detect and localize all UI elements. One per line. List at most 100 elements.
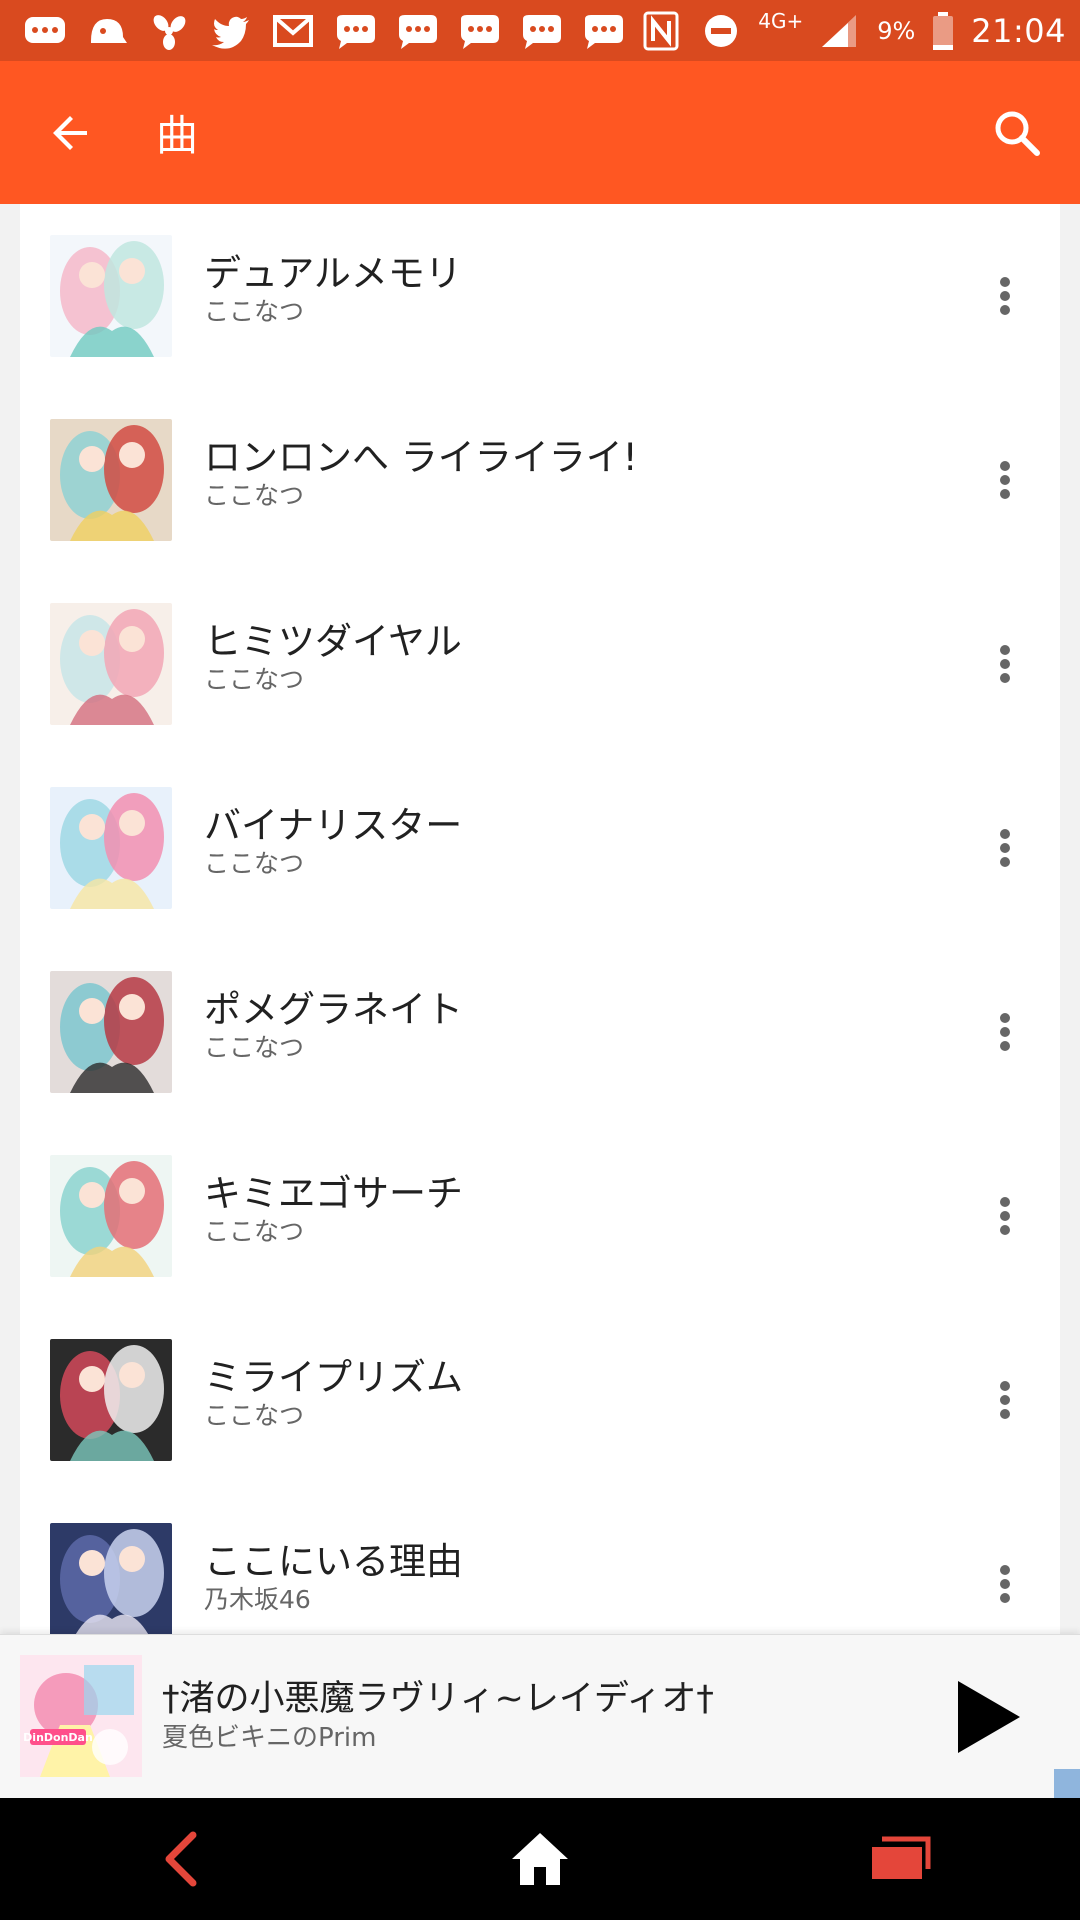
song-title: ポメグラネイト: [204, 988, 463, 1031]
song-options-button[interactable]: [980, 440, 1030, 520]
more-vert-icon: [1000, 1013, 1010, 1051]
song-options-button[interactable]: [980, 1544, 1030, 1624]
album-art: [50, 1523, 172, 1634]
album-art: [50, 603, 172, 725]
play-button[interactable]: [946, 1675, 1030, 1759]
notification-icons: [22, 11, 638, 51]
song-row[interactable]: デュアルメモリ ここなつ: [20, 204, 1060, 388]
network-type: 4G+: [758, 8, 804, 33]
album-art: [50, 419, 172, 541]
search-icon: [995, 111, 1040, 156]
music-app-screen: 4G+ 9% 21:04 曲 デュアルメモリ ここなつ ロンロンへ ライライライ! こ…: [0, 0, 1080, 1920]
song-text: デュアルメモリ ここなつ: [204, 252, 462, 328]
song-artist: ここなつ: [204, 665, 305, 694]
system-indicators: 4G+ 9% 21:04: [638, 8, 1066, 51]
nav-recents-button[interactable]: [840, 1809, 960, 1909]
song-row[interactable]: バイナリスター ここなつ: [20, 756, 1060, 940]
album-art: [50, 1155, 172, 1277]
song-row[interactable]: ここにいる理由 乃木坂46: [20, 1492, 1060, 1634]
ghost-icon: [84, 11, 130, 51]
status-bar: 4G+ 9% 21:04: [0, 0, 1080, 61]
song-artist: ここなつ: [204, 297, 305, 326]
now-playing-bar[interactable]: DinDonDan †渚の小悪魔ラヴリィ~レイディオ† 夏色ビキニのPrim: [0, 1634, 1080, 1799]
song-row[interactable]: ミライプリズム ここなつ: [20, 1308, 1060, 1492]
battery-icon: [929, 11, 957, 51]
now-playing-album-art: DinDonDan: [20, 1655, 142, 1777]
song-options-button[interactable]: [980, 992, 1030, 1072]
song-text: ここにいる理由 乃木坂46: [204, 1540, 463, 1616]
song-options-button[interactable]: [980, 256, 1030, 336]
search-button[interactable]: [972, 88, 1062, 178]
more-vert-icon: [1000, 461, 1010, 499]
song-artist: 乃木坂46: [204, 1585, 311, 1614]
song-text: ヒミツダイヤル ここなつ: [204, 620, 462, 696]
now-playing-art-label: DinDonDan: [23, 1731, 93, 1744]
recents-icon: [872, 1836, 931, 1879]
navigation-bar: [0, 1798, 1080, 1920]
song-row[interactable]: ロンロンへ ライライライ! ここなつ: [20, 388, 1060, 572]
song-row[interactable]: ポメグラネイト ここなつ: [20, 940, 1060, 1124]
song-title: ロンロンへ ライライライ!: [204, 436, 638, 479]
song-options-button[interactable]: [980, 624, 1030, 704]
progress-indicator: [1054, 1769, 1080, 1799]
now-playing-text: †渚の小悪魔ラヴリィ~レイディオ† 夏色ビキニのPrim: [162, 1677, 714, 1755]
song-artist: ここなつ: [204, 481, 305, 510]
back-button[interactable]: [26, 88, 116, 178]
album-art: [50, 235, 172, 357]
more-vert-icon: [1000, 1197, 1010, 1235]
message-icon: [518, 11, 564, 51]
song-options-button[interactable]: [980, 808, 1030, 888]
song-text: ポメグラネイト ここなつ: [204, 988, 463, 1064]
more-vert-icon: [1000, 1565, 1010, 1603]
song-row[interactable]: キミヱゴサーチ ここなつ: [20, 1124, 1060, 1308]
more-vert-icon: [1000, 1381, 1010, 1419]
nav-back-button[interactable]: [120, 1809, 240, 1909]
nav-home-button[interactable]: [480, 1809, 600, 1909]
nfc-icon: [638, 11, 684, 51]
song-artist: ここなつ: [204, 849, 305, 878]
song-title: バイナリスター: [204, 804, 463, 847]
song-title: ヒミツダイヤル: [204, 620, 462, 663]
song-options-button[interactable]: [980, 1360, 1030, 1440]
pinwheel-icon: [146, 11, 192, 51]
album-art: [50, 787, 172, 909]
song-text: バイナリスター ここなつ: [204, 804, 462, 880]
page-title: 曲: [156, 111, 199, 160]
message-icon: [580, 11, 626, 51]
do-not-disturb-icon: [698, 11, 744, 51]
gmail-icon: [270, 11, 316, 51]
song-title: キミヱゴサーチ: [204, 1172, 463, 1215]
more-vert-icon: [1000, 645, 1010, 683]
twitter-icon: [208, 11, 254, 51]
chat-bubble-icon: [22, 11, 68, 51]
song-row[interactable]: ヒミツダイヤル ここなつ: [20, 572, 1060, 756]
album-art: [50, 971, 172, 1093]
now-playing-title: †渚の小悪魔ラヴリィ~レイディオ†: [162, 1679, 714, 1719]
nav-back-icon: [165, 1831, 197, 1887]
song-text: ロンロンへ ライライライ! ここなつ: [204, 436, 638, 512]
song-text: キミヱゴサーチ ここなつ: [204, 1172, 463, 1248]
more-vert-icon: [1000, 829, 1010, 867]
song-title: ミライプリズム: [204, 1356, 463, 1399]
song-artist: ここなつ: [204, 1217, 305, 1246]
song-list[interactable]: デュアルメモリ ここなつ ロンロンへ ライライライ! ここなつ ヒミツダイヤル ここなつバ…: [20, 204, 1060, 1634]
song-title: デュアルメモリ: [204, 252, 462, 295]
now-playing-artist: 夏色ビキニのPrim: [162, 1723, 377, 1753]
app-bar: 曲: [0, 61, 1080, 204]
clock: 21:04: [971, 11, 1066, 50]
signal-icon: [817, 11, 863, 51]
message-icon: [332, 11, 378, 51]
message-icon: [394, 11, 440, 51]
song-text: ミライプリズム ここなつ: [204, 1356, 463, 1432]
battery-percent: 9%: [877, 16, 916, 45]
more-vert-icon: [1000, 277, 1010, 315]
song-artist: ここなつ: [204, 1033, 305, 1062]
album-art: [50, 1339, 172, 1461]
play-icon: [958, 1681, 1020, 1753]
arrow-back-icon: [53, 115, 87, 150]
song-artist: ここなつ: [204, 1401, 305, 1430]
song-options-button[interactable]: [980, 1176, 1030, 1256]
message-icon: [456, 11, 502, 51]
song-title: ここにいる理由: [204, 1540, 463, 1583]
home-icon: [512, 1833, 568, 1885]
